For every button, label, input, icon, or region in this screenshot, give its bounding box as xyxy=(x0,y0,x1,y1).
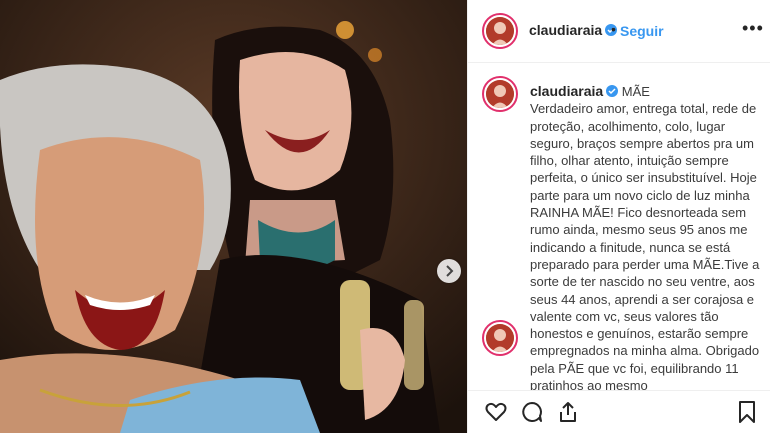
share-icon xyxy=(560,402,576,422)
next-image-button[interactable] xyxy=(437,259,461,283)
save-button[interactable] xyxy=(736,400,758,429)
more-options-button[interactable]: ••• xyxy=(742,18,764,39)
verified-badge-icon xyxy=(606,85,619,97)
caption-username-link[interactable]: claudiaraia xyxy=(530,83,603,99)
photo-illustration xyxy=(0,0,467,433)
comment-button[interactable] xyxy=(520,400,544,429)
heart-icon xyxy=(485,402,507,421)
share-button[interactable] xyxy=(556,400,580,429)
caption-body: Verdadeiro amor, entrega total, rede de … xyxy=(530,101,760,394)
follow-button[interactable]: Seguir xyxy=(620,23,664,39)
comment-icon xyxy=(522,402,542,422)
post-photo[interactable] xyxy=(0,0,467,433)
post-side-panel: claudiaraia • Seguir ••• claudiaraia MÃE… xyxy=(467,0,770,434)
comment-avatar[interactable] xyxy=(482,320,518,356)
caption-title: MÃE xyxy=(621,84,650,99)
avatar-image xyxy=(486,324,514,352)
username-link[interactable]: claudiaraia xyxy=(529,22,602,38)
bookmark-icon xyxy=(739,401,755,423)
separator-dot: • xyxy=(611,21,616,37)
action-bar xyxy=(468,390,770,434)
post-header: claudiaraia • Seguir ••• xyxy=(468,0,770,63)
avatar[interactable] xyxy=(482,13,518,49)
chevron-right-icon xyxy=(446,265,454,277)
post-caption: claudiaraia MÃE Verdadeiro amor, entrega… xyxy=(530,83,766,394)
avatar-image xyxy=(486,80,514,108)
avatar-image xyxy=(486,17,514,45)
like-button[interactable] xyxy=(484,400,508,429)
caption-avatar[interactable] xyxy=(482,76,518,112)
